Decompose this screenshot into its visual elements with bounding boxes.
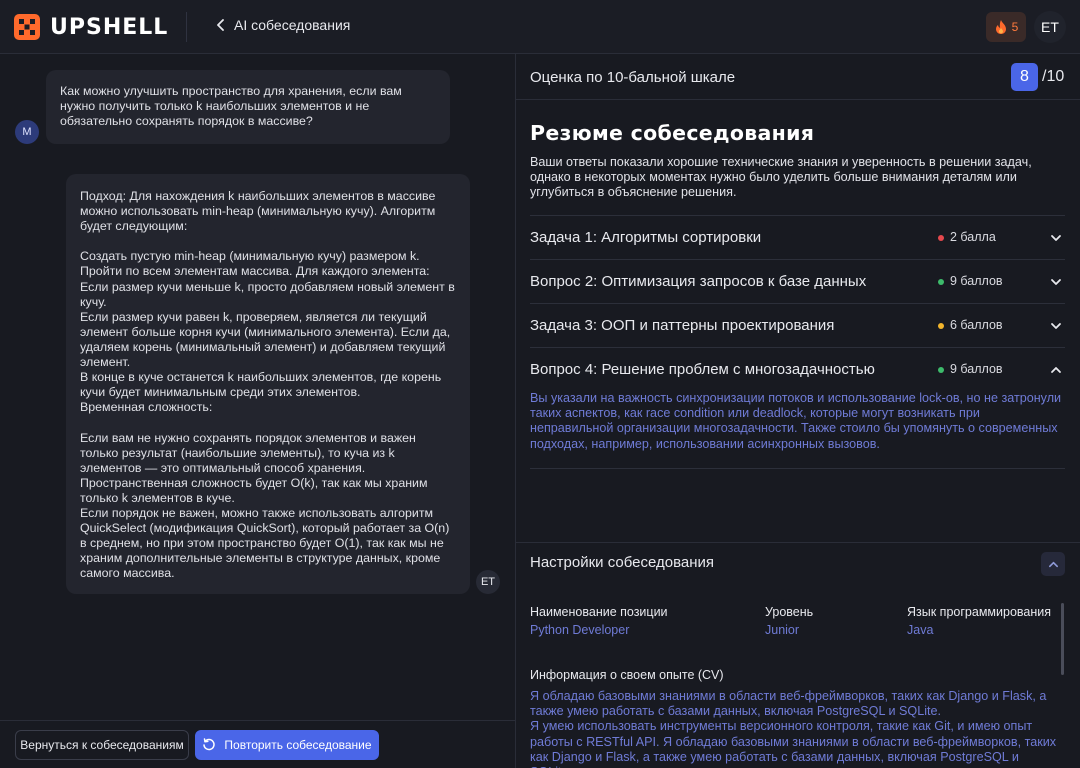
interview-settings: Настройки собеседования Наименование поз… [516,542,1080,768]
interviewer-avatar: M [15,120,39,144]
task-row[interactable]: Задача 3: ООП и паттерны проектирования … [530,303,1065,347]
task-score: 6 баллов [950,318,1003,332]
chevron-down-icon[interactable] [1050,276,1062,288]
summary-title: Резюме собеседования [530,121,815,145]
score-dot [938,279,944,285]
back-link-label: AI собеседования [234,17,351,33]
task-name: Задача 3: ООП и паттерны проектирования [530,317,835,334]
settings-title: Настройки собеседования [530,554,715,571]
retry-button-label: Повторить собеседование [224,738,372,752]
task-list: Задача 1: Алгоритмы сортировки 2 балла В… [530,215,1065,469]
score-max: /10 [1042,68,1065,85]
chevron-down-icon[interactable] [1050,232,1062,244]
user-avatar[interactable]: ET [1034,11,1066,43]
chat-panel: M Как можно улучшить пространство для хр… [0,55,515,720]
summary-text: Ваши ответы показали хорошие технические… [530,155,1032,200]
streak-count: 5 [1011,20,1019,34]
task-row[interactable]: Вопрос 2: Оптимизация запросов к базе да… [530,259,1065,303]
task-row-expanded[interactable]: Вопрос 4: Решение проблем с многозадачно… [530,347,1065,391]
cv-label: Информация о своем опыте (CV) [530,668,724,682]
score-dot [938,235,944,241]
chat-footer: Вернуться к собеседованиям Повторить соб… [0,720,515,768]
language-value: Java [907,623,934,637]
score-dot [938,323,944,329]
score-value: 8 [1011,63,1038,91]
brand-logo[interactable]: UPSHELL [14,14,168,40]
cv-text: Я обладаю базовыми знаниями в области ве… [530,689,1057,768]
results-panel: Оценка по 10-бальной шкале 8 /10 Резюме … [516,55,1080,768]
task-score: 2 балла [950,230,996,244]
chevron-up-icon[interactable] [1050,364,1062,376]
chevron-down-icon[interactable] [1050,320,1062,332]
task-score: 9 баллов [950,274,1003,288]
task-name: Задача 1: Алгоритмы сортировки [530,229,762,246]
task-detail: Вы указали на важность синхронизации пот… [530,391,1065,469]
position-label: Наименование позиции [530,605,668,619]
top-bar: UPSHELL AI собеседования 5 ET [0,0,1080,54]
level-value: Junior [765,623,800,637]
streak-badge[interactable]: 5 [986,12,1026,42]
task-row[interactable]: Задача 1: Алгоритмы сортировки 2 балла [530,215,1065,259]
position-value: Python Developer [530,623,630,637]
settings-collapse-button[interactable] [1041,552,1065,576]
task-name: Вопрос 4: Решение проблем с многозадачно… [530,361,875,378]
chevron-up-icon [1048,561,1058,567]
retry-interview-button[interactable]: Повторить собеседование [195,730,379,760]
score-dot [938,367,944,373]
answer-message: Подход: Для нахождения k наибольших элем… [66,174,470,594]
score-bar: Оценка по 10-бальной шкале 8 /10 [516,55,1080,100]
language-label: Язык программирования [907,605,1052,619]
chevron-left-icon [217,19,224,31]
task-name: Вопрос 2: Оптимизация запросов к базе да… [530,273,867,290]
task-feedback-text: Вы указали на важность синхронизации пот… [530,391,1062,451]
user-message-avatar: ET [476,570,500,594]
level-label: Уровень [765,605,814,619]
task-score: 9 баллов [950,362,1003,376]
refresh-icon [203,738,216,751]
upshell-logo-icon [14,14,40,40]
back-to-interviews-button[interactable]: Вернуться к собеседованиям [15,730,189,760]
brand-name: UPSHELL [50,14,169,40]
settings-scrollbar[interactable] [1061,603,1064,675]
back-to-interviews-link[interactable]: AI собеседования [216,17,350,33]
header-divider [186,12,187,42]
score-label: Оценка по 10-бальной шкале [530,69,736,86]
question-message: Как можно улучшить пространство для хран… [46,70,450,144]
fire-icon [995,20,1006,34]
